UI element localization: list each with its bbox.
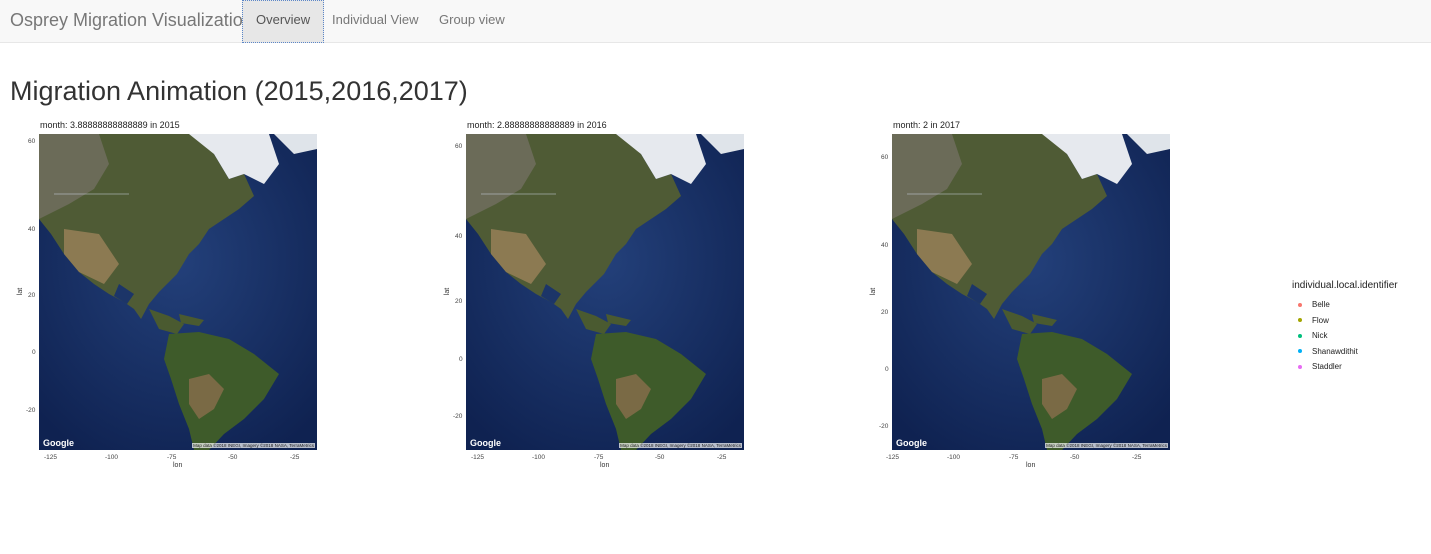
y-tick: 40 — [881, 242, 889, 249]
y-tick: 20 — [28, 292, 36, 299]
x-tick: -100 — [105, 454, 119, 461]
legend-item: Nick — [1292, 328, 1398, 344]
y-axis-label: lat — [444, 287, 452, 296]
legend-dot — [1298, 333, 1302, 338]
brand-title[interactable]: Osprey Migration Visualization — [10, 10, 253, 31]
tab-overview[interactable]: Overview — [242, 0, 325, 43]
legend-dot — [1298, 318, 1302, 323]
legend-item: Staddler — [1292, 359, 1398, 375]
tab-individual-view[interactable]: Individual View — [318, 0, 432, 43]
legend-label: Shanawdithit — [1312, 346, 1358, 356]
x-tick: -75 — [594, 454, 604, 461]
x-tick: -100 — [532, 454, 546, 461]
x-tick: -75 — [167, 454, 177, 461]
y-tick: 40 — [455, 233, 463, 240]
legend-item: Shanawdithit — [1292, 344, 1398, 360]
google-logo: Google — [470, 438, 501, 448]
x-tick: -125 — [44, 454, 58, 461]
map-panel-2017: month: 2 in 2017 lat 60 40 20 0 -20 Goog… — [863, 118, 1283, 478]
y-axis-label: lat — [870, 287, 878, 296]
x-tick: -25 — [290, 454, 300, 461]
map-image — [892, 134, 1170, 450]
x-axis-label: lon — [173, 462, 183, 469]
x-tick: -75 — [1009, 454, 1019, 461]
y-tick: -20 — [26, 407, 36, 414]
map-attribution: Map data ©2018 INEGI, Imagery ©2018 NASA… — [619, 443, 742, 448]
legend: individual.local.identifier Belle Flow N… — [1292, 280, 1398, 375]
map-panel-2016: month: 2.88888888888889 in 2016 lat 60 4… — [437, 118, 857, 478]
y-tick: 60 — [28, 138, 36, 145]
y-axis-label: lat — [17, 287, 25, 296]
x-tick: -25 — [1132, 454, 1142, 461]
x-tick: -25 — [717, 454, 727, 461]
x-tick: -125 — [886, 454, 900, 461]
navbar: Osprey Migration Visualization Overview … — [0, 0, 1431, 43]
legend-item: Flow — [1292, 313, 1398, 329]
x-tick: -100 — [947, 454, 961, 461]
google-logo: Google — [43, 438, 74, 448]
legend-label: Flow — [1312, 315, 1329, 325]
satellite-map: Google Map data ©2018 INEGI, Imagery ©20… — [892, 134, 1170, 450]
panel-title: month: 2 in 2017 — [893, 120, 961, 130]
y-tick: 60 — [455, 143, 463, 150]
y-tick: 0 — [32, 349, 36, 356]
panel-title: month: 2.88888888888889 in 2016 — [467, 120, 607, 130]
legend-title: individual.local.identifier — [1292, 280, 1398, 291]
y-tick: 60 — [881, 154, 889, 161]
y-tick: -20 — [453, 413, 463, 420]
y-tick: 0 — [459, 356, 463, 363]
x-tick: -125 — [471, 454, 485, 461]
legend-dot — [1298, 349, 1302, 354]
panel-title: month: 3.88888888888889 in 2015 — [40, 120, 180, 130]
legend-item: Belle — [1292, 297, 1398, 313]
map-image — [466, 134, 744, 450]
map-attribution: Map data ©2018 INEGI, Imagery ©2018 NASA… — [1045, 443, 1168, 448]
y-tick: 40 — [28, 226, 36, 233]
legend-dot — [1298, 364, 1302, 369]
y-tick: -20 — [879, 423, 889, 430]
satellite-map: Google Map data ©2018 INEGI, Imagery ©20… — [39, 134, 317, 450]
legend-label: Staddler — [1312, 362, 1342, 372]
x-tick: -50 — [1070, 454, 1080, 461]
legend-label: Belle — [1312, 300, 1330, 310]
page-title: Migration Animation (2015,2016,2017) — [10, 76, 468, 106]
tab-group-view[interactable]: Group view — [425, 0, 519, 43]
x-axis-label: lon — [600, 462, 610, 469]
y-tick: 20 — [881, 309, 889, 316]
x-axis-label: lon — [1026, 462, 1036, 469]
google-logo: Google — [896, 438, 927, 448]
x-tick: -50 — [228, 454, 238, 461]
y-tick: 0 — [885, 366, 889, 373]
x-tick: -50 — [655, 454, 665, 461]
map-attribution: Map data ©2018 INEGI, Imagery ©2018 NASA… — [192, 443, 315, 448]
y-tick: 20 — [455, 298, 463, 305]
map-image — [39, 134, 317, 450]
legend-dot — [1298, 302, 1302, 307]
map-panel-2015: month: 3.88888888888889 in 2015 lat 60 4… — [10, 118, 430, 478]
legend-label: Nick — [1312, 331, 1328, 341]
satellite-map: Google Map data ©2018 INEGI, Imagery ©20… — [466, 134, 744, 450]
